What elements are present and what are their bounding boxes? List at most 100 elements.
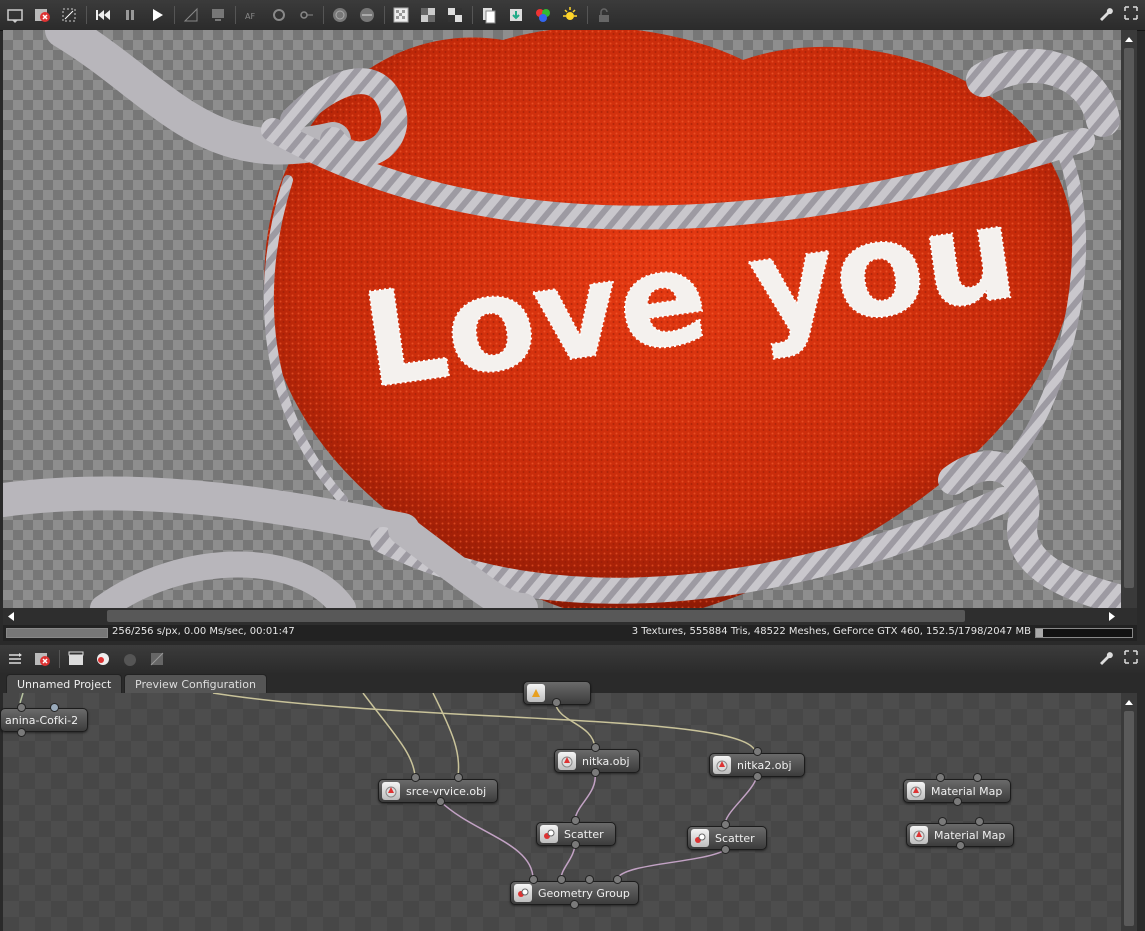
- node-input-port[interactable]: [571, 816, 580, 825]
- scatter-node-icon: [691, 829, 709, 847]
- node-input-port[interactable]: [721, 820, 730, 829]
- screenshot-icon[interactable]: [4, 4, 26, 26]
- horizontal-scroll-thumb[interactable]: [107, 610, 965, 622]
- material-map-icon: [907, 782, 925, 800]
- delete-node-icon[interactable]: [31, 648, 53, 670]
- node-input-port[interactable]: [591, 743, 600, 752]
- node-label: Scatter: [564, 827, 604, 841]
- lock-icon[interactable]: [593, 4, 615, 26]
- node-label: Geometry Group: [538, 886, 630, 900]
- render-stats: 256/256 s/px, 0.00 Ms/sec, 00:01:47: [112, 626, 295, 637]
- ruler-icon[interactable]: [180, 4, 202, 26]
- connection-wire: [19, 693, 24, 704]
- gpu-memory-fill: [1036, 629, 1043, 637]
- connection-wire: [432, 693, 460, 777]
- node-output-port[interactable]: [591, 768, 600, 777]
- toolbar-separator: [384, 6, 385, 24]
- node-input-port[interactable]: [50, 703, 59, 712]
- node-input-port[interactable]: [411, 773, 420, 782]
- sphere-icon[interactable]: [329, 4, 351, 26]
- node-output-port[interactable]: [956, 841, 965, 850]
- scroll-up-icon[interactable]: [1121, 695, 1137, 709]
- node-label: nitka.obj: [582, 754, 630, 768]
- node-input-port[interactable]: [936, 773, 945, 782]
- focus-icon[interactable]: [295, 4, 317, 26]
- node-input-port[interactable]: [975, 817, 984, 826]
- node-label: Material Map: [934, 828, 1006, 842]
- checker-alt-icon[interactable]: [417, 4, 439, 26]
- render-toolbar: AF: [0, 0, 1145, 31]
- tab-preview-configuration[interactable]: Preview Configuration: [124, 674, 267, 694]
- node-input-port[interactable]: [585, 875, 594, 884]
- render-progress-fill: [7, 629, 107, 637]
- sphere-node-icon[interactable]: [119, 648, 141, 670]
- copy-icon[interactable]: [478, 4, 500, 26]
- checker-dark-icon[interactable]: [444, 4, 466, 26]
- graph-vertical-scrollbar[interactable]: [1121, 693, 1137, 931]
- node-input-port[interactable]: [17, 703, 26, 712]
- toolbar-separator: [86, 6, 87, 24]
- mesh-node-icon: [382, 782, 400, 800]
- tab-unnamed-project[interactable]: Unnamed Project: [6, 674, 123, 694]
- scroll-up-icon[interactable]: [1121, 32, 1137, 46]
- viewport-horizontal-scrollbar[interactable]: [3, 608, 1137, 625]
- node-input-port[interactable]: [529, 875, 538, 884]
- rewind-icon[interactable]: [92, 4, 114, 26]
- node-label: Material Map: [931, 784, 1003, 798]
- graph-scroll-thumb[interactable]: [1124, 711, 1134, 926]
- cancel-render-icon[interactable]: [31, 4, 53, 26]
- vertical-scroll-thumb[interactable]: [1124, 48, 1134, 588]
- node-graph-canvas[interactable]: anina-Cofki-2 srce-vrvice.obj nitka.obj …: [0, 681, 1121, 931]
- svg-text:AF: AF: [245, 12, 255, 21]
- play-icon[interactable]: [146, 4, 168, 26]
- tab-label: Unnamed Project: [17, 678, 112, 691]
- toolbar-separator: [323, 6, 324, 24]
- monitor-icon[interactable]: [207, 4, 229, 26]
- connection-wire: [554, 701, 596, 749]
- node-input-port[interactable]: [938, 817, 947, 826]
- image-node-icon[interactable]: [146, 648, 168, 670]
- checker-icon[interactable]: [390, 4, 412, 26]
- node-input-port[interactable]: [613, 875, 622, 884]
- node-label: srce-vrvice.obj: [406, 784, 487, 798]
- toolbar-separator: [587, 6, 588, 24]
- node-output-port[interactable]: [753, 772, 762, 781]
- pause-icon[interactable]: [119, 4, 141, 26]
- wrench-icon[interactable]: [1097, 649, 1113, 669]
- sphere-alt-icon[interactable]: [356, 4, 378, 26]
- gpu-memory-bar: [1035, 628, 1133, 638]
- node-output-port[interactable]: [17, 728, 26, 737]
- refresh-icon[interactable]: [268, 4, 290, 26]
- scatter-node-icon: [540, 825, 558, 843]
- node-label: anina-Cofki-2: [5, 713, 79, 727]
- node-output-port[interactable]: [953, 797, 962, 806]
- light-icon[interactable]: [559, 4, 581, 26]
- node-output-port[interactable]: [570, 900, 579, 909]
- connection-wire: [616, 849, 726, 880]
- node-input-port[interactable]: [454, 773, 463, 782]
- wrench-icon[interactable]: [1097, 5, 1113, 25]
- node-input-port[interactable]: [973, 773, 982, 782]
- material-node-icon[interactable]: [92, 648, 114, 670]
- node-input-port[interactable]: [557, 875, 566, 884]
- export-icon[interactable]: [505, 4, 527, 26]
- fit-icon[interactable]: [58, 4, 80, 26]
- color-picker-icon[interactable]: [532, 4, 554, 26]
- scroll-right-icon[interactable]: [1105, 608, 1119, 625]
- render-viewport[interactable]: Love you: [3, 30, 1121, 608]
- status-bar: 256/256 s/px, 0.00 Ms/sec, 00:01:47 3 Te…: [3, 625, 1137, 641]
- node-input-port[interactable]: [753, 747, 762, 756]
- node-output-port[interactable]: [436, 797, 445, 806]
- layout-icon[interactable]: [4, 648, 26, 670]
- aperture-icon[interactable]: AF: [241, 4, 263, 26]
- film-icon[interactable]: [65, 648, 87, 670]
- maximize-icon[interactable]: [1123, 5, 1139, 25]
- node-output-port[interactable]: [721, 845, 730, 854]
- node-output-port[interactable]: [552, 698, 561, 707]
- viewport-vertical-scrollbar[interactable]: [1121, 30, 1137, 608]
- node-output-port[interactable]: [571, 840, 580, 849]
- connection-wire: [439, 800, 534, 880]
- node-anina-cofki-2[interactable]: anina-Cofki-2: [0, 708, 88, 732]
- scroll-left-icon[interactable]: [4, 608, 18, 625]
- maximize-icon[interactable]: [1123, 649, 1139, 669]
